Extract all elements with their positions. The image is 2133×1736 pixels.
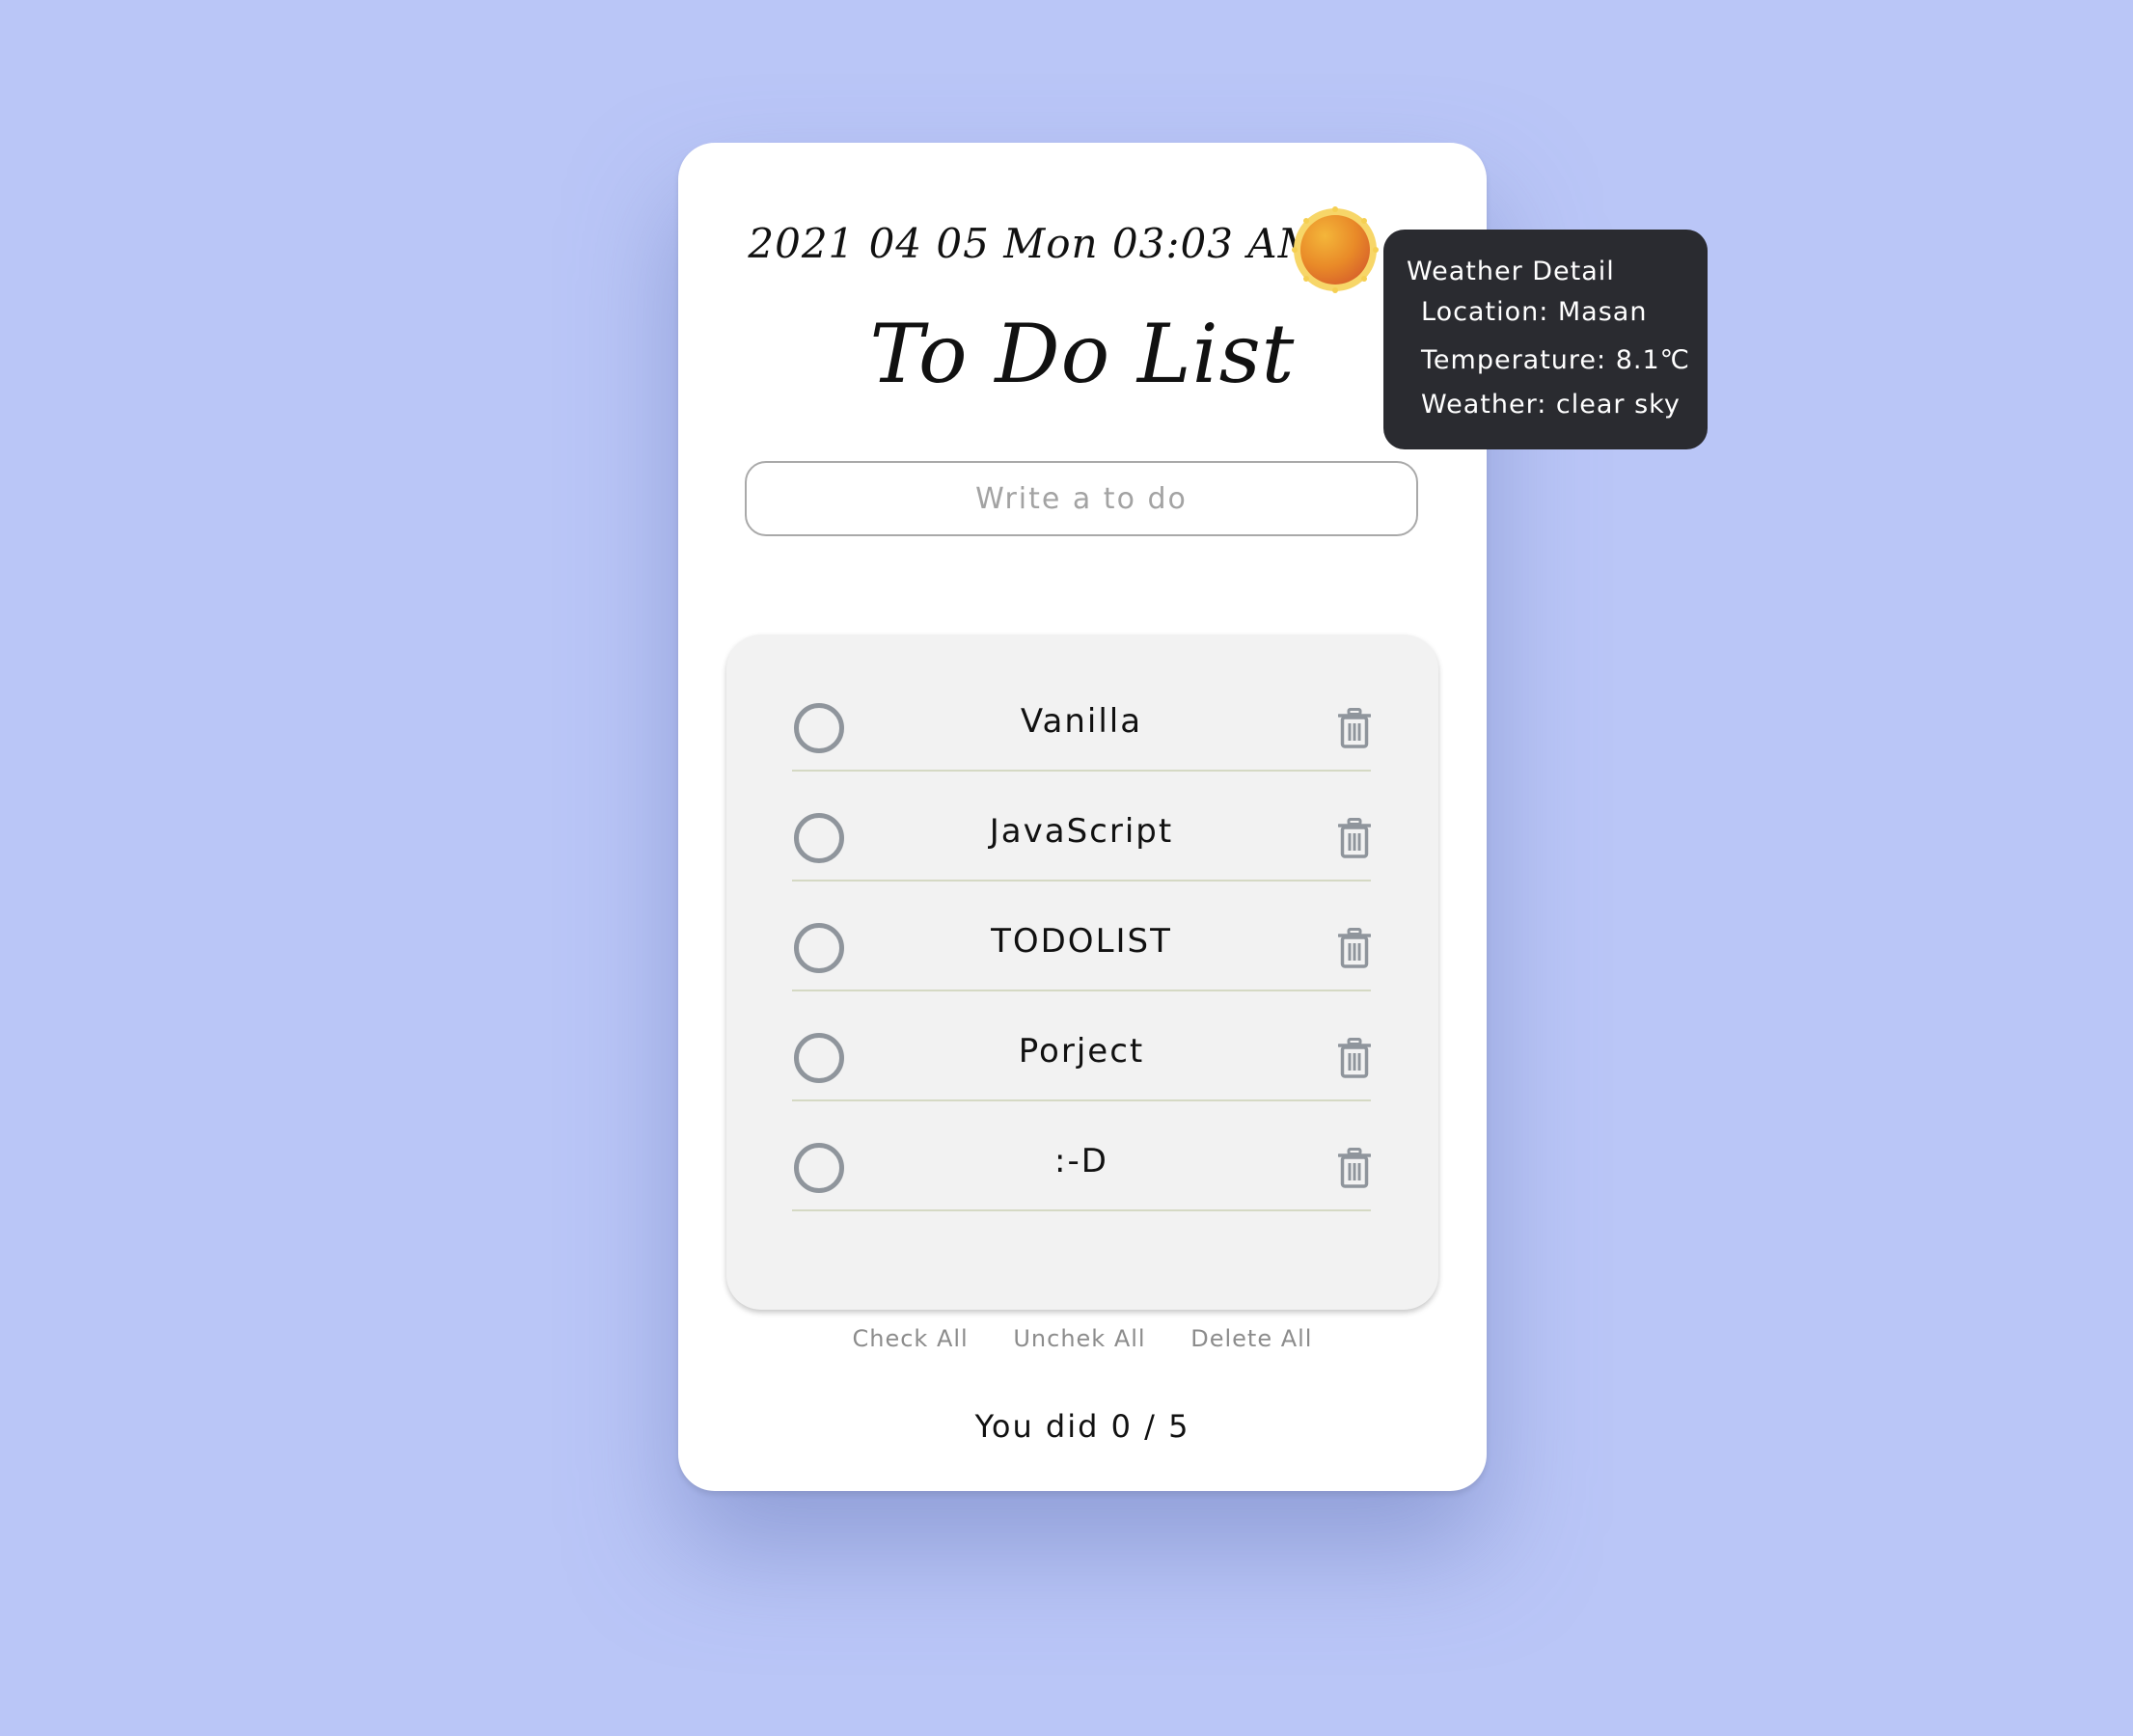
todo-list: Vanilla JavaScript TODOLIST Porject :-D (792, 664, 1371, 1213)
todo-label: Porject (1018, 1032, 1145, 1071)
checkbox-circle-icon[interactable] (794, 813, 844, 863)
uncheck-all-button[interactable]: Unchek All (1013, 1325, 1145, 1352)
trash-icon[interactable] (1338, 708, 1371, 748)
list-item: :-D (792, 1103, 1371, 1211)
todo-list-panel: Vanilla JavaScript TODOLIST Porject :-D (726, 635, 1438, 1310)
list-item: Vanilla (792, 664, 1371, 772)
check-all-button[interactable]: Check All (853, 1325, 969, 1352)
todo-label: :-D (1054, 1142, 1108, 1180)
delete-all-button[interactable]: Delete All (1190, 1325, 1312, 1352)
checkbox-circle-icon[interactable] (794, 703, 844, 753)
todo-label: Vanilla (1020, 702, 1143, 741)
page-title: To Do List (869, 307, 1296, 401)
checkbox-circle-icon[interactable] (794, 923, 844, 973)
todo-label: JavaScript (989, 812, 1174, 851)
progress-counter: You did 0 / 5 (974, 1408, 1190, 1445)
weather-detail-tooltip: Weather Detail Location: Masan Temperatu… (1383, 230, 1708, 449)
sun-icon[interactable] (1292, 206, 1379, 293)
list-item: TODOLIST (792, 883, 1371, 991)
bulk-actions: Check All Unchek All Delete All (678, 1325, 1487, 1352)
trash-icon[interactable] (1338, 1148, 1371, 1188)
tooltip-weather: Weather: clear sky (1421, 390, 1681, 420)
checkbox-circle-icon[interactable] (794, 1033, 844, 1083)
trash-icon[interactable] (1338, 1038, 1371, 1078)
list-item: Porject (792, 993, 1371, 1101)
list-item: JavaScript (792, 773, 1371, 882)
trash-icon[interactable] (1338, 818, 1371, 858)
todo-card: 2021 04 05 Mon 03:03 AM To Do List Vanil… (678, 143, 1487, 1491)
tooltip-location: Location: Masan (1421, 297, 1648, 327)
tooltip-title: Weather Detail (1407, 257, 1615, 286)
trash-icon[interactable] (1338, 928, 1371, 968)
todo-label: TODOLIST (991, 922, 1172, 961)
checkbox-circle-icon[interactable] (794, 1143, 844, 1193)
tooltip-temperature: Temperature: 8.1℃ (1421, 345, 1690, 375)
todo-input[interactable] (745, 461, 1418, 536)
